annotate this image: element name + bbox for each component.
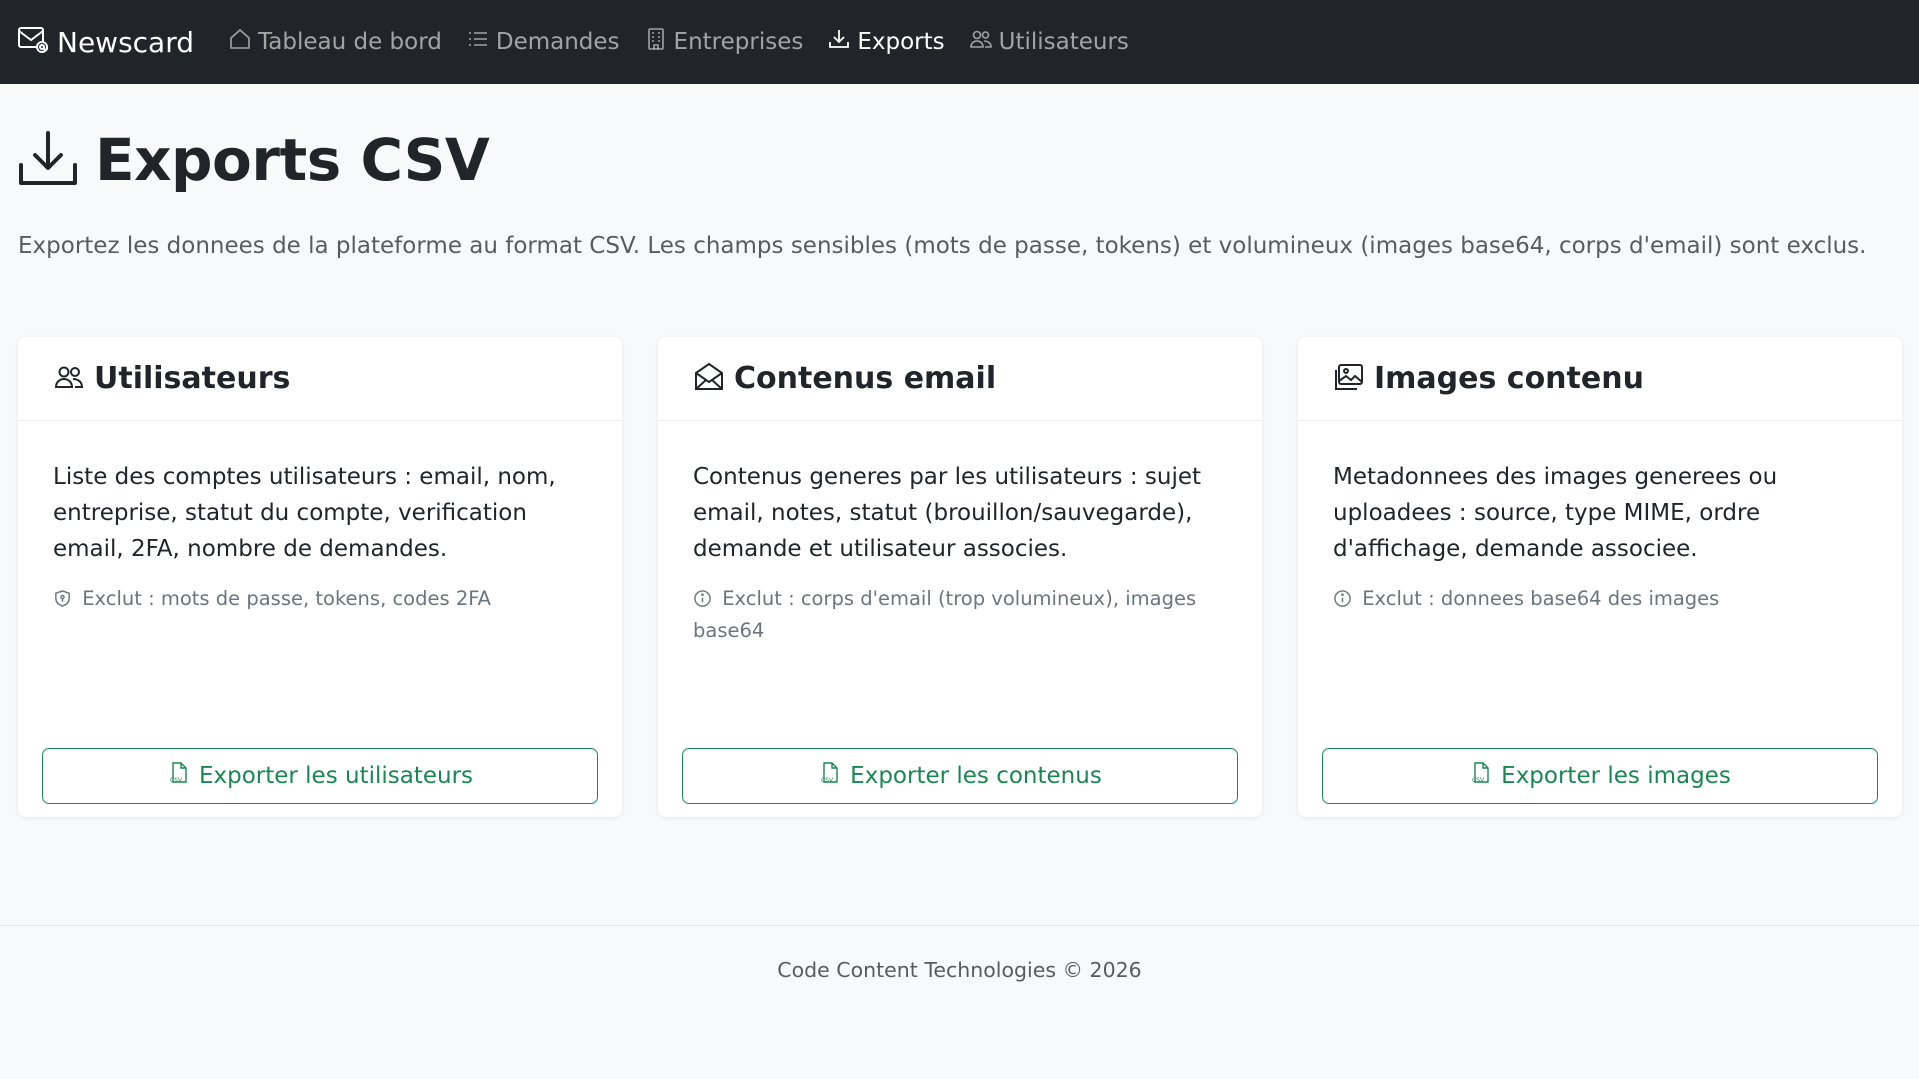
card-title: Images contenu [1374,361,1644,396]
list-icon [466,27,490,57]
card-contenus-email: Contenus email Contenus generes par les … [658,337,1262,817]
nav-label: Exports [857,29,945,55]
card-header: Contenus email [658,337,1262,421]
card-note: Exclut : donnees base64 des images [1333,583,1867,615]
download-icon [17,127,79,193]
envelope-open-icon [693,361,725,397]
csv-file-icon: CSV [818,761,842,791]
card-text: Contenus generes par les utilisateurs : … [693,464,1202,562]
footer-text: Code Content Technologies © 2026 [777,958,1142,982]
svg-text:CSV: CSV [821,777,834,784]
nav-item-entreprises[interactable]: Entreprises [644,27,804,57]
shield-icon [53,587,82,610]
export-images-button[interactable]: CSV Exporter les images [1322,748,1878,804]
svg-text:CSV: CSV [1472,777,1485,784]
nav-item-demandes[interactable]: Demandes [466,27,620,57]
note-text: Exclut : corps d'email (trop volumineux)… [693,587,1197,642]
csv-file-icon: CSV [167,761,191,791]
export-cards: Utilisateurs Liste des comptes utilisate… [18,337,1902,817]
building-icon [644,27,668,57]
card-images-contenu: Images contenu Metadonnees des images ge… [1298,337,1902,817]
house-icon [228,27,252,57]
button-label: Exporter les contenus [850,763,1102,789]
brand-link[interactable]: Newscard [17,23,194,62]
card-note: Exclut : corps d'email (trop volumineux)… [693,583,1227,647]
card-text: Liste des comptes utilisateurs : email, … [53,464,556,562]
nav-label: Tableau de bord [258,29,442,55]
envelope-at-icon [17,23,49,62]
card-title: Utilisateurs [94,361,291,396]
card-header: Utilisateurs [18,337,622,421]
export-contents-button[interactable]: CSV Exporter les contenus [682,748,1238,804]
nav-label: Demandes [495,29,620,55]
export-users-button[interactable]: CSV Exporter les utilisateurs [42,748,598,804]
brand-label: Newscard [57,25,195,59]
people-icon [53,361,85,397]
svg-text:CSV: CSV [170,777,183,784]
page-title: Exports CSV [95,126,490,194]
nav-item-utilisateurs[interactable]: Utilisateurs [969,27,1129,57]
card-header: Images contenu [1298,337,1902,421]
card-body: Liste des comptes utilisateurs : email, … [18,421,622,615]
card-body: Metadonnees des images generees ou uploa… [1298,421,1902,615]
button-label: Exporter les images [1501,763,1731,789]
nav-label: Entreprises [673,29,804,55]
card-text: Metadonnees des images generees ou uploa… [1333,464,1778,562]
card-utilisateurs: Utilisateurs Liste des comptes utilisate… [18,337,622,817]
note-text: Exclut : donnees base64 des images [1362,587,1720,610]
people-icon [969,27,993,57]
card-body: Contenus generes par les utilisateurs : … [658,421,1262,647]
info-circle-icon [1333,587,1362,610]
card-note: Exclut : mots de passe, tokens, codes 2F… [53,583,587,615]
page-description: Exportez les donnees de la plateforme au… [18,233,1867,259]
download-icon [827,27,851,57]
images-icon [1333,361,1365,397]
page-header: Exports CSV [17,126,490,194]
info-circle-icon [693,587,722,610]
navbar: Newscard Tableau de bord Demandes Entrep… [0,0,1919,84]
nav-item-tableau-de-bord[interactable]: Tableau de bord [228,27,442,57]
button-label: Exporter les utilisateurs [198,763,474,789]
card-title: Contenus email [734,361,997,396]
nav-item-exports[interactable]: Exports [827,27,945,57]
nav-label: Utilisateurs [998,29,1129,55]
footer: Code Content Technologies © 2026 [0,925,1919,1079]
note-text: Exclut : mots de passe, tokens, codes 2F… [82,587,492,610]
csv-file-icon: CSV [1469,761,1493,791]
